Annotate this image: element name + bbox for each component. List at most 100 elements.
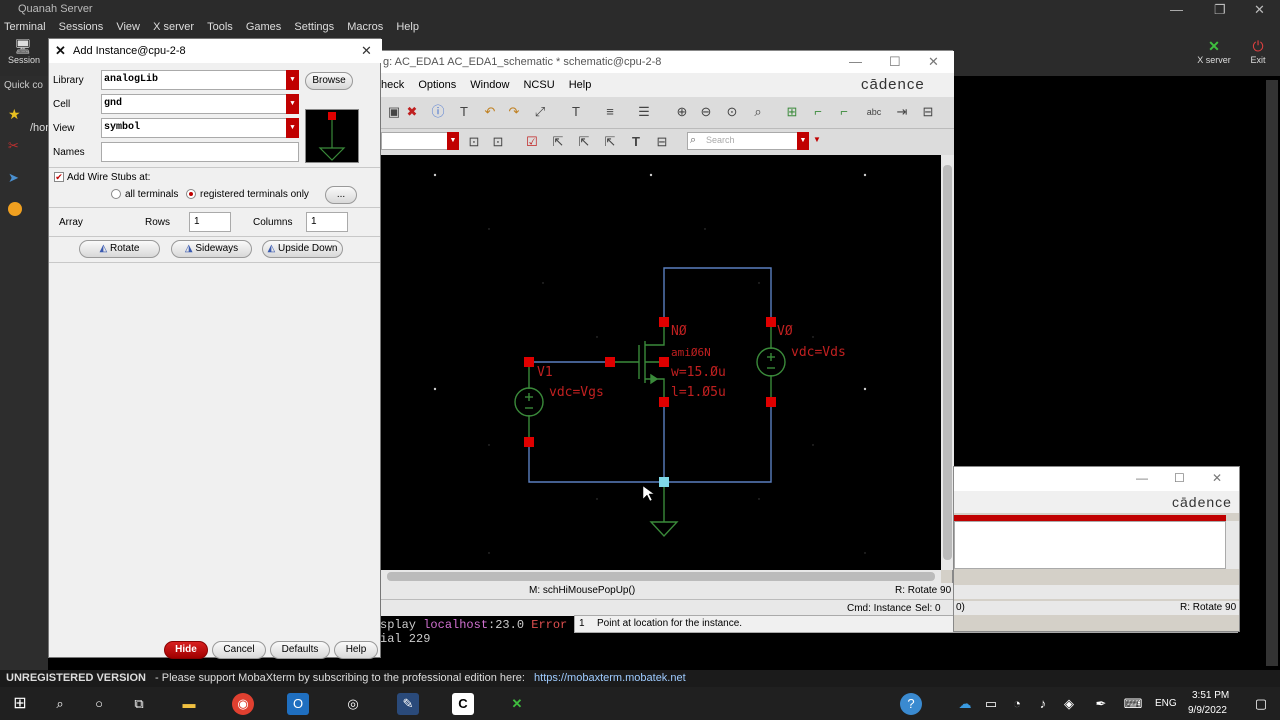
menu-window[interactable]: Window [470,79,509,91]
sideways-button[interactable]: ◮ Sideways [171,240,252,258]
menu-sessions[interactable]: Sessions [59,21,104,33]
help-icon[interactable]: ? [900,693,922,715]
menu-help[interactable]: Help [396,21,419,33]
text-icon[interactable]: T [455,103,473,121]
minimize-icon[interactable]: — [849,51,862,73]
close-icon[interactable]: ✕ [928,51,939,73]
menu-xserver[interactable]: X server [153,21,194,33]
keyboard-icon[interactable]: ⌨ [1122,693,1144,715]
file-explorer-icon[interactable]: ▬ [178,693,200,715]
schematic-canvas[interactable]: NØ VØ vdc=Vds V1 vdc=Vgs w=15.Øu l=1.Ø5u… [381,155,941,570]
cortana-icon[interactable]: ○ [88,693,110,715]
search-input[interactable]: ⌕ Search ▼ [687,132,809,150]
pen-icon[interactable]: ✒ [1090,693,1112,715]
label-icon[interactable]: T [567,103,585,121]
dropbox-icon[interactable]: ◈ [1058,693,1080,715]
minimize-icon[interactable]: — [1136,471,1148,485]
workspace-combo[interactable]: ▼ [381,132,459,150]
rows-input[interactable]: 1 [189,212,231,232]
columns-input[interactable]: 1 [306,212,348,232]
registered-terminals-radio[interactable] [186,189,196,199]
select-partial-icon[interactable]: ⇱ [601,133,619,151]
upside-down-button[interactable]: ◭ Upside Down [262,240,343,258]
tools-icon[interactable]: ✂ [8,138,19,154]
select-icon[interactable]: ⇱ [549,133,567,151]
close-icon[interactable]: ✕ [1254,0,1265,19]
menu-games[interactable]: Games [246,21,281,33]
filter-icon[interactable]: ⊟ [653,133,671,151]
library-combo[interactable]: analogLib ▼ [101,70,299,90]
clock-date[interactable]: 9/9/2022 [1188,705,1227,716]
menu-settings[interactable]: Settings [294,21,334,33]
onedrive-icon[interactable]: ☁ [954,693,976,715]
windows-start-icon[interactable]: ⊞ [9,693,31,715]
scroll-thumb[interactable] [387,572,935,581]
send-icon[interactable]: ➤ [8,170,19,186]
schematic-horizontal-scrollbar[interactable] [381,570,941,583]
hide-button[interactable]: Hide [164,641,208,659]
secondary-hscroll[interactable] [954,585,1239,599]
all-terminals-radio[interactable] [111,189,121,199]
wifi-icon[interactable]: ◔ [1006,693,1028,715]
wire-stubs-checkbox[interactable]: ✔ [54,172,64,182]
notification-icon[interactable]: ▢ [1250,693,1272,715]
task-view-icon[interactable]: ⧉ [128,693,150,715]
rotate-button[interactable]: ◭ Rotate [79,240,160,258]
redo-icon[interactable]: ↷ [505,103,523,121]
names-input[interactable] [101,142,299,162]
menu-macros[interactable]: Macros [347,21,383,33]
xserver-button[interactable]: ✕ X server [1192,38,1236,65]
menu-tools[interactable]: Tools [207,21,233,33]
browse-button[interactable]: Browse [305,72,353,90]
snipping-tool-icon[interactable]: ✎ [397,693,419,715]
star-icon[interactable]: ★ [8,106,21,123]
help-button[interactable]: Help [334,641,378,659]
obs-icon[interactable]: ◎ [342,693,364,715]
close-icon[interactable]: ✕ [1212,471,1222,485]
search-icon[interactable]: ⌕ [49,693,71,715]
language-indicator[interactable]: ENG [1155,698,1177,709]
volume-icon[interactable]: ♪ [1032,693,1054,715]
menu-check[interactable]: heck [381,79,404,91]
zoom-out-icon[interactable]: ⊖ [697,103,715,121]
menu-terminal[interactable]: Terminal [4,21,46,33]
outlook-icon[interactable]: O [287,693,309,715]
scroll-thumb[interactable] [943,165,952,560]
chevron-down-icon[interactable]: ▼ [813,135,821,144]
delete-icon[interactable]: ✖ [403,103,421,121]
zoom-in-icon[interactable]: ⊕ [673,103,691,121]
secondary-log-area[interactable] [954,521,1226,569]
more-options-button[interactable]: ... [325,186,357,204]
maximize-icon[interactable]: ☐ [1174,471,1185,485]
xserver-app-icon[interactable]: ✕ [506,693,528,715]
exit-button[interactable]: ⏻ Exit [1244,38,1272,65]
cancel-button[interactable]: Cancel [212,641,266,659]
zoom-fit-icon[interactable]: ⊙ [723,103,741,121]
minimize-icon[interactable]: — [1170,0,1183,19]
wire-name-icon[interactable]: abc [865,103,883,121]
view-combo[interactable]: symbol ▼ [101,118,299,138]
zoom-area-icon[interactable]: ⌕ [749,103,767,121]
battery-icon[interactable]: ▭ [980,693,1002,715]
workspace-icon[interactable]: ⊡ [465,133,483,151]
restore-icon[interactable]: ❐ [1214,0,1226,19]
secondary-scrollbar[interactable] [1226,521,1239,569]
wire-icon[interactable]: ⌐ [809,103,827,121]
cadence-app-icon[interactable]: C [452,693,474,715]
distribute-icon[interactable]: ☰ [635,103,653,121]
pin-icon[interactable]: ⇥ [893,103,911,121]
terminal-scrollbar[interactable] [1266,80,1278,666]
cell-combo[interactable]: gnd ▼ [101,94,299,114]
wide-wire-icon[interactable]: ⌐ [835,103,853,121]
quick-connect[interactable]: Quick co [4,80,43,91]
session-button[interactable]: 🖥 Session [8,38,40,65]
defaults-button[interactable]: Defaults [270,641,330,659]
menu-view[interactable]: View [116,21,140,33]
maximize-icon[interactable]: ☐ [889,51,901,73]
cell-view-icon[interactable]: ⊡ [489,133,507,151]
menu-options[interactable]: Options [418,79,456,91]
chrome-icon[interactable]: ◉ [232,693,254,715]
stretch-icon[interactable]: ⤢ [531,103,549,121]
close-icon[interactable]: ✕ [361,39,372,63]
select-all-icon[interactable]: ☑ [523,133,541,151]
